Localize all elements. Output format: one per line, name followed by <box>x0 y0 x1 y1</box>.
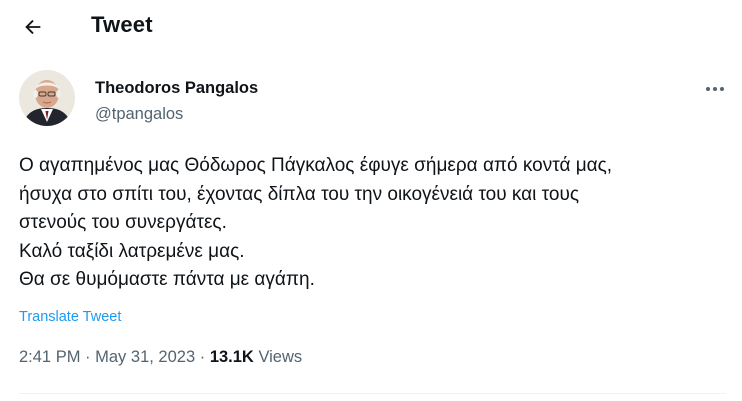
views-label: Views <box>258 348 303 366</box>
arrow-left-icon <box>25 19 41 35</box>
meta-separator: · <box>199 348 206 366</box>
ellipsis-icon <box>706 87 724 91</box>
tweet-text: Ο αγαπημένος μας Θόδωρος Πάγκαλος έφυγε … <box>19 152 719 295</box>
avatar[interactable] <box>19 70 75 126</box>
tweet-line: ήσυχα στο σπίτι του, έχοντας δίπλα του τ… <box>19 183 580 205</box>
page-title: Tweet <box>91 12 153 37</box>
user-photo <box>19 70 75 126</box>
tweet-line: Θα σε θυμόμαστε πάντα με αγάπη. <box>19 269 315 291</box>
tweet-line: Καλό ταξίδι λατρεμένε μας. <box>19 240 245 262</box>
back-button[interactable] <box>16 10 50 44</box>
top-bar: Tweet <box>0 0 742 52</box>
divider <box>19 393 726 394</box>
author-display-name[interactable]: Theodoros Pangalos <box>95 79 258 98</box>
tweet-date-link[interactable]: May 31, 2023 <box>95 348 195 366</box>
tweet-metadata: 2:41 PM · May 31, 2023 · 13.1K Views <box>19 348 302 367</box>
tweet-time-link[interactable]: 2:41 PM <box>19 348 80 366</box>
author-handle[interactable]: @tpangalos <box>95 105 183 124</box>
views-count: 13.1K <box>209 348 254 366</box>
meta-separator: · <box>85 348 91 366</box>
translate-tweet-link[interactable]: Translate Tweet <box>19 309 121 325</box>
tweet-line: στενούς του συνεργάτες. <box>19 212 227 234</box>
more-options-button[interactable] <box>700 76 730 102</box>
tweet-line: Ο αγαπημένος μας Θόδωρος Πάγκαλος έφυγε … <box>19 155 613 176</box>
